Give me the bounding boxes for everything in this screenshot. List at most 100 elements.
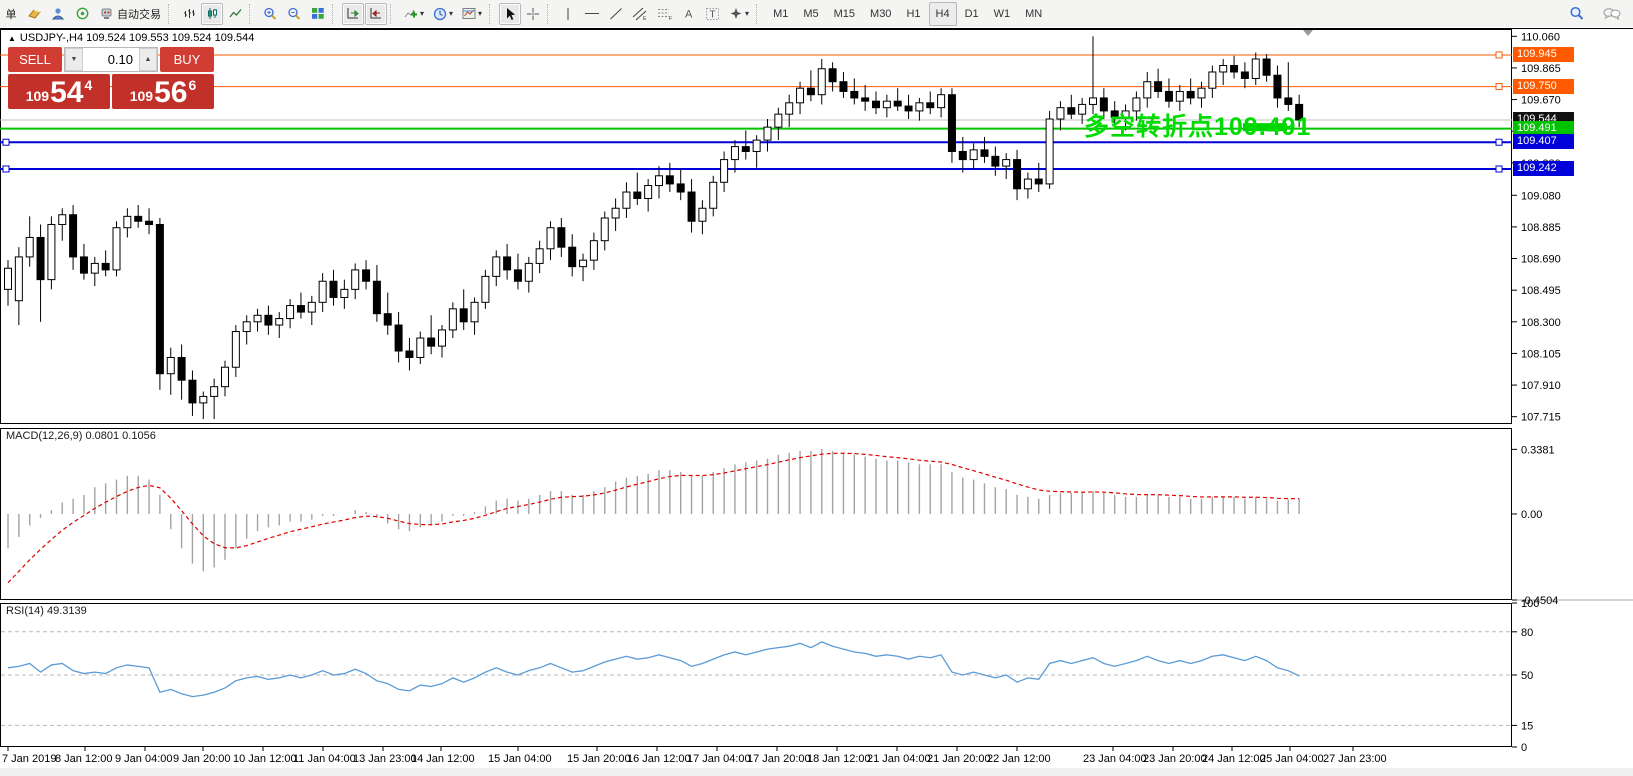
symbol-ohlc-text: USDJPY-,H4 109.524 109.553 109.524 109.5… — [20, 32, 254, 44]
toolbar-separator — [489, 4, 496, 24]
price-tick-label: 107.715 — [1521, 412, 1561, 424]
buy-button[interactable]: BUY — [160, 47, 214, 72]
chevron-down-icon: ▾ — [420, 9, 424, 18]
signals-icon[interactable] — [71, 3, 94, 25]
timeframe-w1[interactable]: W1 — [987, 2, 1018, 26]
chat-button[interactable] — [1599, 3, 1625, 25]
fibonacci-icon: F — [657, 7, 673, 21]
chart-shift-button[interactable] — [365, 3, 387, 25]
equidistant-channel-button[interactable]: E — [628, 3, 652, 25]
volume-input[interactable]: 0.10 — [83, 48, 139, 71]
volume-decrease-button[interactable]: ▼ — [65, 48, 83, 71]
horizontal-line-button[interactable] — [580, 3, 604, 25]
chat-icon — [1603, 7, 1621, 21]
time-axis-label: 18 Jan 12:00 — [807, 753, 871, 765]
candlestick-chart-button[interactable] — [201, 3, 223, 25]
price-tick-label: 107.910 — [1521, 380, 1561, 392]
bar-chart-button[interactable] — [178, 3, 200, 25]
tile-windows-button[interactable] — [307, 3, 329, 25]
pane-border — [1, 30, 1512, 424]
time-axis-label: 17 Jan 20:00 — [747, 753, 811, 765]
time-axis-label: 9 Jan 20:00 — [173, 753, 231, 765]
label-button[interactable]: T — [701, 3, 724, 25]
timeframe-h1[interactable]: H1 — [899, 2, 927, 26]
search-button[interactable] — [1565, 3, 1589, 25]
time-axis-label: 11 Jan 04:00 — [293, 753, 356, 765]
toolbar-separator — [249, 4, 256, 24]
price-tick-label: 109.865 — [1521, 63, 1561, 75]
bar-chart-icon — [183, 7, 196, 20]
zoom-out-icon — [287, 7, 302, 21]
buy-price-handle: 109 — [130, 88, 153, 104]
cursor-button[interactable] — [499, 3, 521, 25]
indicators-button[interactable]: ▾ — [400, 3, 428, 25]
timeframe-h4[interactable]: H4 — [929, 2, 957, 26]
line-chart-button[interactable] — [224, 3, 246, 25]
toolbar-separator — [168, 4, 175, 24]
vertical-line-icon — [563, 7, 573, 21]
auto-scroll-button[interactable] — [342, 3, 364, 25]
profile-icon[interactable] — [47, 3, 70, 25]
collapse-arrow-icon[interactable]: ▲ — [8, 34, 16, 43]
svg-text:F: F — [669, 16, 672, 21]
candlestick-chart-icon — [206, 7, 219, 20]
timeframe-m15[interactable]: M15 — [827, 2, 862, 26]
auto-trading-icon — [99, 7, 114, 20]
crosshair-button[interactable] — [522, 3, 544, 25]
sell-price-pip: 4 — [84, 77, 92, 93]
time-axis-label: 14 Jan 12:00 — [411, 753, 475, 765]
chevron-down-icon: ▾ — [449, 9, 453, 18]
fibonacci-button[interactable]: F — [653, 3, 677, 25]
horizontal-line-icon — [584, 7, 600, 20]
chart-shift-marker-icon[interactable] — [1303, 30, 1313, 36]
new-order-icon[interactable] — [23, 3, 46, 25]
rsi-label: RSI(14) 49.3139 — [6, 605, 87, 617]
timeframe-m1[interactable]: M1 — [766, 2, 795, 26]
timeframe-m5[interactable]: M5 — [796, 2, 825, 26]
arrows-button[interactable]: ▾ — [725, 3, 753, 25]
price-tick-label: 108.105 — [1521, 348, 1561, 360]
clock-icon — [433, 7, 447, 21]
timeframe-mn[interactable]: MN — [1018, 2, 1049, 26]
zoom-in-button[interactable] — [259, 3, 282, 25]
price-tick-label: 108.690 — [1521, 254, 1561, 266]
time-axis-label: 23 Jan 04:00 — [1083, 753, 1147, 765]
buy-price-display[interactable]: 109 56 6 — [112, 74, 214, 109]
symbol-info-line: ▲ USDJPY-,H4 109.524 109.553 109.524 109.… — [8, 32, 254, 44]
order-button-truncated[interactable]: 单 — [0, 3, 22, 25]
vertical-line-button[interactable] — [557, 3, 579, 25]
templates-button[interactable]: ▾ — [458, 3, 486, 25]
macd-tick-label: 0.00 — [1521, 509, 1542, 521]
line-handle[interactable] — [1496, 139, 1502, 145]
sell-price-handle: 109 — [26, 88, 49, 104]
time-axis-label: 17 Jan 04:00 — [687, 753, 751, 765]
line-handle[interactable] — [1496, 166, 1502, 172]
volume-stepper: ▼ 0.10 ▲ — [64, 47, 158, 72]
periods-button[interactable]: ▾ — [429, 3, 457, 25]
toolbar-separator — [332, 4, 339, 24]
time-axis-label: 24 Jan 12:00 — [1202, 753, 1266, 765]
timeframe-d1[interactable]: D1 — [958, 2, 986, 26]
trendline-button[interactable] — [605, 3, 627, 25]
timeframe-m30[interactable]: M30 — [863, 2, 898, 26]
price-tick-label: 109.080 — [1521, 190, 1561, 202]
volume-increase-button[interactable]: ▲ — [139, 48, 157, 71]
main-toolbar: 单 自动交易 ▾ ▾ — [0, 0, 1633, 27]
time-axis-label: 21 Jan 20:00 — [927, 753, 991, 765]
line-handle[interactable] — [3, 166, 9, 172]
line-handle[interactable] — [1496, 52, 1502, 58]
time-axis-label: 7 Jan 2019 — [2, 753, 56, 765]
rsi-tick-label: 50 — [1521, 670, 1533, 682]
text-button[interactable]: A — [678, 3, 700, 25]
zoom-out-button[interactable] — [283, 3, 306, 25]
sell-button[interactable]: SELL — [8, 47, 62, 72]
indicators-icon — [404, 7, 418, 20]
trendline-icon — [609, 7, 623, 21]
chart-shift-icon — [369, 7, 383, 20]
sell-price-display[interactable]: 109 54 4 — [8, 74, 110, 109]
template-icon — [462, 7, 476, 20]
chart-canvas[interactable]: 110.060109.865109.670109.475109.280109.0… — [0, 27, 1633, 776]
auto-trading-button[interactable]: 自动交易 — [95, 3, 165, 25]
line-handle[interactable] — [1496, 84, 1502, 90]
line-handle[interactable] — [3, 139, 9, 145]
